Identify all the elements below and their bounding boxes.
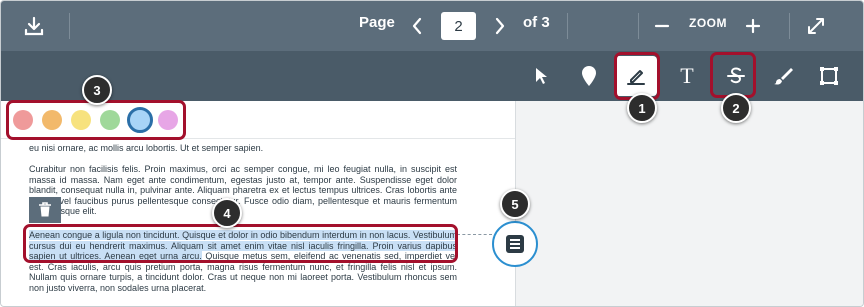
divider [638, 13, 639, 39]
trash-icon[interactable] [29, 197, 61, 223]
zoom-label: ZOOM [689, 16, 727, 30]
callout-badge-1: 1 [627, 93, 657, 123]
document-page: eu nisi ornare, ac mollis arcu lobortis.… [1, 139, 515, 306]
viewer-top-bar: Page 2 of 3 ZOOM [1, 1, 863, 51]
callout-badge-5: 5 [500, 189, 530, 219]
comment-icon[interactable] [492, 221, 538, 267]
divider [69, 13, 70, 39]
chevron-left-icon[interactable] [405, 13, 429, 39]
chevron-right-icon[interactable] [488, 13, 512, 39]
callout-frame-strikeout-tool [710, 52, 756, 98]
minus-icon[interactable] [649, 13, 675, 39]
document-margin-area [515, 101, 863, 306]
brush-icon[interactable] [761, 54, 805, 98]
callout-frame-color-palette [6, 100, 186, 140]
pin-icon[interactable] [567, 54, 611, 98]
callout-badge-3: 3 [82, 75, 112, 105]
divider [567, 13, 568, 39]
callout-badge-4: 4 [212, 198, 242, 228]
document-paragraph: Curabitur non facilisis felis. Proin max… [29, 164, 457, 216]
divider [789, 13, 790, 39]
download-icon[interactable] [21, 13, 47, 39]
plus-icon[interactable] [740, 13, 766, 39]
text-icon[interactable]: T [665, 54, 709, 98]
page-label: Page [359, 14, 395, 31]
callout-frame-highlighted-text [23, 224, 458, 263]
expand-icon[interactable] [803, 13, 829, 39]
area-icon[interactable] [807, 54, 851, 98]
page-total: of 3 [523, 14, 550, 31]
pointer-icon[interactable] [519, 54, 563, 98]
callout-badge-2: 2 [721, 93, 751, 123]
page-number-input[interactable]: 2 [441, 12, 476, 40]
annotation-connector [457, 234, 492, 235]
document-paragraph: eu nisi ornare, ac mollis arcu lobortis.… [29, 143, 264, 153]
document-viewer: Page 2 of 3 ZOOM T eu nisi ornare, ac mo… [0, 0, 864, 307]
